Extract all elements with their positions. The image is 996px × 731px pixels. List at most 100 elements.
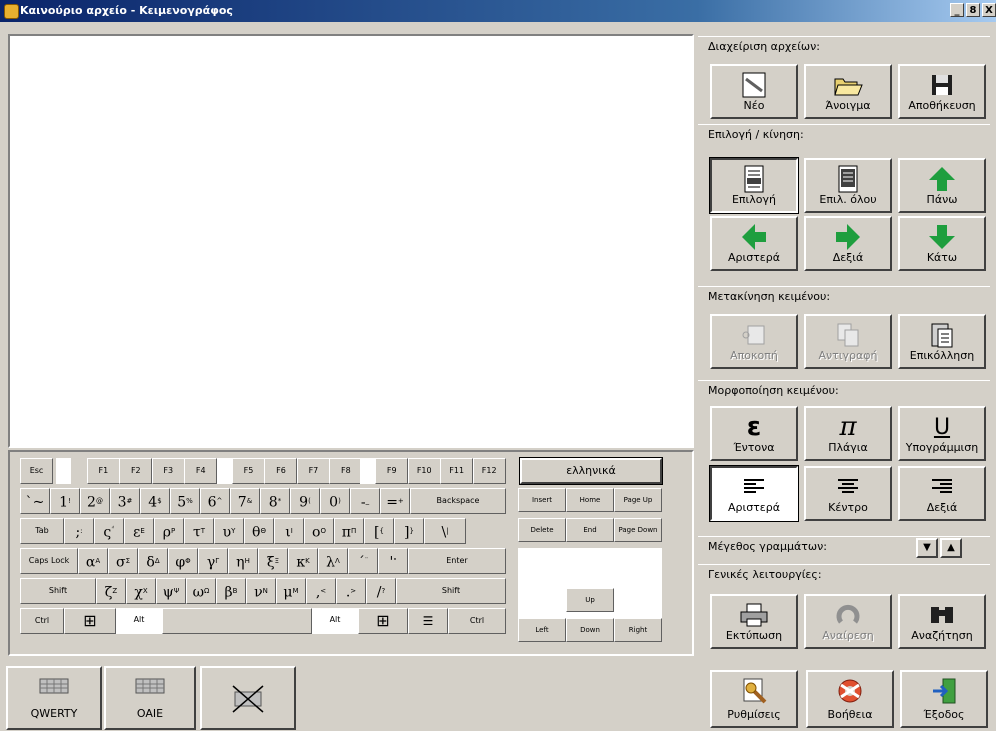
select-all-button[interactable]: Επιλ. όλου bbox=[804, 158, 892, 213]
move-down-button[interactable]: Κάτω bbox=[898, 216, 986, 271]
key-left[interactable]: Left bbox=[518, 618, 566, 642]
language-button[interactable]: ελληνικά bbox=[519, 457, 663, 485]
key-letter[interactable]: γΓ bbox=[198, 548, 228, 574]
exit-button[interactable]: Έξοδος bbox=[900, 670, 988, 728]
key-num[interactable]: 3# bbox=[110, 488, 140, 514]
key-shift-left[interactable]: Shift bbox=[20, 578, 96, 604]
key-f3[interactable]: F3 bbox=[151, 458, 185, 484]
undo-button[interactable]: Αναίρεση bbox=[804, 594, 892, 649]
align-right-button[interactable]: Δεξιά bbox=[898, 466, 986, 521]
print-button[interactable]: Εκτύπωση bbox=[710, 594, 798, 649]
key-letter[interactable]: ρΡ bbox=[154, 518, 184, 544]
key-num[interactable]: 0) bbox=[320, 488, 350, 514]
move-left-button[interactable]: Αριστερά bbox=[710, 216, 798, 271]
hide-keyboard-button[interactable] bbox=[200, 666, 296, 730]
align-left-button[interactable]: Αριστερά bbox=[709, 465, 799, 522]
key-down[interactable]: Down bbox=[566, 618, 614, 642]
key-letter[interactable]: υΥ bbox=[214, 518, 244, 544]
key-letter[interactable]: οΟ bbox=[304, 518, 334, 544]
key-letter[interactable]: \| bbox=[424, 518, 466, 544]
key-letter[interactable]: ωΩ bbox=[186, 578, 216, 604]
key-letter[interactable]: ,< bbox=[306, 578, 336, 604]
key-num[interactable]: 1! bbox=[50, 488, 80, 514]
key-letter[interactable]: ΄¨ bbox=[348, 548, 378, 574]
key-letter[interactable]: ιΙ bbox=[274, 518, 304, 544]
key-letter[interactable]: μΜ bbox=[276, 578, 306, 604]
key-letter[interactable]: χΧ bbox=[126, 578, 156, 604]
key-num[interactable]: 5% bbox=[170, 488, 200, 514]
key-letter[interactable]: /? bbox=[366, 578, 396, 604]
text-editor[interactable] bbox=[8, 34, 694, 448]
key-num[interactable]: 9( bbox=[290, 488, 320, 514]
key-page-down[interactable]: Page Down bbox=[614, 518, 662, 542]
key-up[interactable]: Up bbox=[566, 588, 614, 612]
key-letter[interactable]: θΘ bbox=[244, 518, 274, 544]
key-letter[interactable]: λΛ bbox=[318, 548, 348, 574]
key-letter[interactable]: ;: bbox=[64, 518, 94, 544]
key-letter[interactable]: ]} bbox=[394, 518, 424, 544]
key-delete[interactable]: Delete bbox=[518, 518, 566, 542]
key-letter[interactable]: δΔ bbox=[138, 548, 168, 574]
key-f12[interactable]: F12 bbox=[472, 458, 506, 484]
key-letter[interactable]: [{ bbox=[364, 518, 394, 544]
key-letter[interactable]: '" bbox=[378, 548, 408, 574]
key-num[interactable]: `~ bbox=[20, 488, 50, 514]
key-num[interactable]: 7& bbox=[230, 488, 260, 514]
key-backspace[interactable]: Backspace bbox=[410, 488, 506, 514]
save-file-button[interactable]: Αποθήκευση bbox=[898, 64, 986, 119]
key-home[interactable]: Home bbox=[566, 488, 614, 512]
key-letter[interactable]: βΒ bbox=[216, 578, 246, 604]
key-esc[interactable]: Esc bbox=[20, 458, 53, 484]
search-button[interactable]: Αναζήτηση bbox=[898, 594, 986, 649]
move-up-button[interactable]: Πάνω bbox=[898, 158, 986, 213]
italic-button[interactable]: π Πλάγια bbox=[804, 406, 892, 461]
key-f10[interactable]: F10 bbox=[407, 458, 441, 484]
key-letter[interactable]: πΠ bbox=[334, 518, 364, 544]
key-f8[interactable]: F8 bbox=[329, 458, 363, 484]
qwerty-layout-button[interactable]: QWERTY bbox=[6, 666, 102, 730]
key-f7[interactable]: F7 bbox=[296, 458, 330, 484]
new-file-button[interactable]: Νέο bbox=[710, 64, 798, 119]
key-windows-left[interactable]: ⊞ bbox=[64, 608, 116, 634]
key-f6[interactable]: F6 bbox=[264, 458, 298, 484]
key-alt-left[interactable]: Alt bbox=[116, 608, 162, 634]
oaie-layout-button[interactable]: OAIE bbox=[104, 666, 196, 730]
key-letter[interactable]: ξΞ bbox=[258, 548, 288, 574]
key-tab[interactable]: Tab bbox=[20, 518, 64, 544]
key-menu[interactable]: ☰ bbox=[408, 608, 448, 634]
key-end[interactable]: End bbox=[566, 518, 614, 542]
key-num[interactable]: 2@ bbox=[80, 488, 110, 514]
key-f5[interactable]: F5 bbox=[232, 458, 265, 484]
font-size-decrease-button[interactable]: ▼ bbox=[916, 538, 938, 558]
maximize-button[interactable]: 8 bbox=[966, 3, 980, 17]
key-f2[interactable]: F2 bbox=[119, 458, 153, 484]
help-button[interactable]: Βοήθεια bbox=[806, 670, 894, 728]
key-shift-right[interactable]: Shift bbox=[396, 578, 506, 604]
minimize-button[interactable]: _ bbox=[950, 3, 964, 17]
key-num[interactable]: -_ bbox=[350, 488, 380, 514]
key-ctrl-right[interactable]: Ctrl bbox=[448, 608, 506, 634]
key-letter[interactable]: σΣ bbox=[108, 548, 138, 574]
key-num[interactable]: 4$ bbox=[140, 488, 170, 514]
key-page-up[interactable]: Page Up bbox=[614, 488, 662, 512]
key-letter[interactable]: .> bbox=[336, 578, 366, 604]
key-f4[interactable]: F4 bbox=[184, 458, 218, 484]
bold-button[interactable]: ε Έντονα bbox=[710, 406, 798, 461]
key-num[interactable]: 6^ bbox=[200, 488, 230, 514]
copy-button[interactable]: Αντιγραφή bbox=[804, 314, 892, 369]
key-letter[interactable]: τΤ bbox=[184, 518, 214, 544]
key-alt-right[interactable]: Alt bbox=[312, 608, 358, 634]
select-button[interactable]: Επιλογή bbox=[709, 157, 799, 214]
key-f1[interactable]: F1 bbox=[86, 458, 120, 484]
key-num[interactable]: 8* bbox=[260, 488, 290, 514]
key-f11[interactable]: F11 bbox=[440, 458, 474, 484]
key-num[interactable]: =+ bbox=[380, 488, 410, 514]
key-letter[interactable]: ζΖ bbox=[96, 578, 126, 604]
key-right[interactable]: Right bbox=[614, 618, 662, 642]
key-letter[interactable]: εΕ bbox=[124, 518, 154, 544]
key-windows-right[interactable]: ⊞ bbox=[358, 608, 408, 634]
key-letter[interactable]: ηΗ bbox=[228, 548, 258, 574]
key-letter[interactable]: ψΨ bbox=[156, 578, 186, 604]
key-enter[interactable]: Enter bbox=[408, 548, 506, 574]
key-insert[interactable]: Insert bbox=[518, 488, 566, 512]
